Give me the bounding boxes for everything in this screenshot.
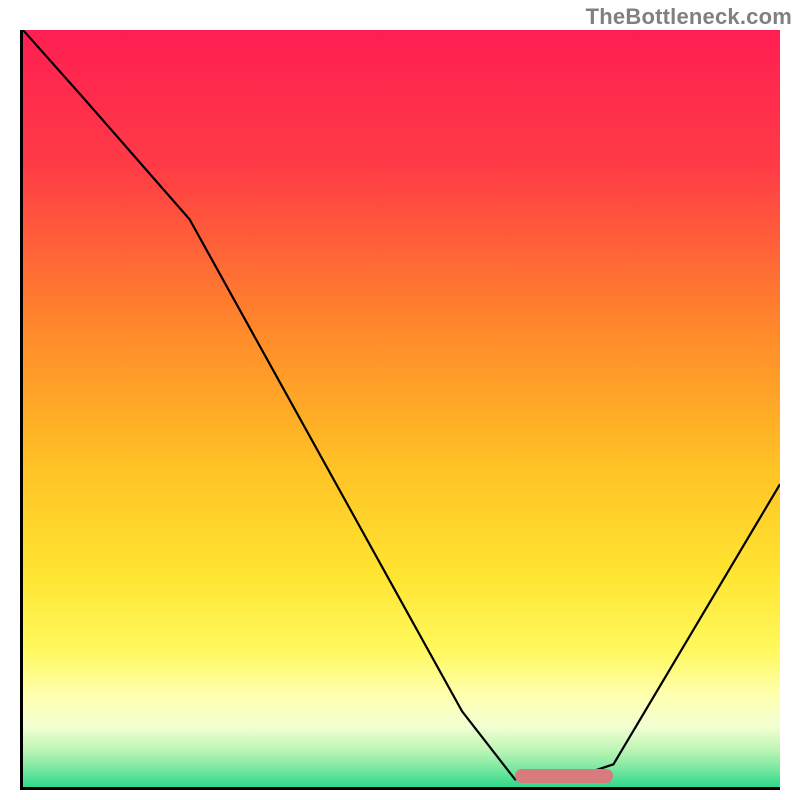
watermark-label: TheBottleneck.com (586, 4, 792, 30)
optimal-range-marker (515, 769, 613, 783)
bottleneck-chart: TheBottleneck.com (0, 0, 800, 800)
plot-area (20, 30, 780, 790)
bottleneck-curve (23, 30, 780, 787)
